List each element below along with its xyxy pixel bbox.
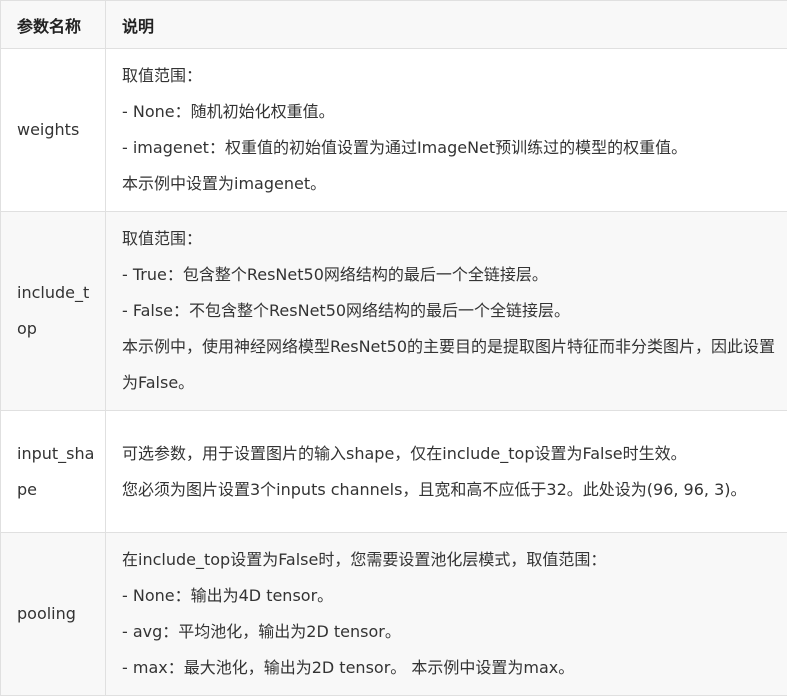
param-name-pooling: pooling bbox=[17, 596, 97, 632]
param-description-cell: 取值范围： - True：包含整个ResNet50网络结构的最后一个全链接层。 … bbox=[106, 212, 787, 411]
header-description: 说明 bbox=[106, 1, 787, 49]
param-description-cell: 可选参数，用于设置图片的输入shape，仅在include_top设置为Fals… bbox=[106, 411, 787, 533]
table-row: input_shape 可选参数，用于设置图片的输入shape，仅在includ… bbox=[1, 411, 787, 533]
table-row: pooling 在include_top设置为False时，您需要设置池化层模式… bbox=[1, 533, 787, 696]
param-name-cell: input_shape bbox=[1, 411, 106, 533]
table-row: include_top 取值范围： - True：包含整个ResNet50网络结… bbox=[1, 212, 787, 411]
description-line: - None：随机初始化权重值。 bbox=[122, 94, 779, 130]
description-line: - avg：平均池化，输出为2D tensor。 bbox=[122, 614, 779, 650]
description-line: 取值范围： bbox=[122, 58, 779, 94]
description-line: 您必须为图片设置3个inputs channels，且宽和高不应低于32。此处设… bbox=[122, 472, 779, 508]
param-name-input-shape: input_shape bbox=[17, 436, 97, 508]
param-name-include-top: include_top bbox=[17, 275, 97, 347]
table-header-row: 参数名称 说明 bbox=[1, 1, 787, 49]
description-line: 本示例中设置为imagenet。 bbox=[122, 166, 779, 202]
parameter-table: 参数名称 说明 weights 取值范围： - None：随机初始化权重值。 -… bbox=[0, 0, 787, 696]
description-line: - None：输出为4D tensor。 bbox=[122, 578, 779, 614]
table-row: weights 取值范围： - None：随机初始化权重值。 - imagene… bbox=[1, 49, 787, 212]
header-param-name: 参数名称 bbox=[1, 1, 106, 49]
param-description-cell: 取值范围： - None：随机初始化权重值。 - imagenet：权重值的初始… bbox=[106, 49, 787, 212]
description-line: 可选参数，用于设置图片的输入shape，仅在include_top设置为Fals… bbox=[122, 436, 779, 472]
description-line: 在include_top设置为False时，您需要设置池化层模式，取值范围： bbox=[122, 542, 779, 578]
param-name-cell: weights bbox=[1, 49, 106, 212]
description-line: - True：包含整个ResNet50网络结构的最后一个全链接层。 bbox=[122, 257, 779, 293]
description-line: - False：不包含整个ResNet50网络结构的最后一个全链接层。 bbox=[122, 293, 779, 329]
description-line: 本示例中，使用神经网络模型ResNet50的主要目的是提取图片特征而非分类图片，… bbox=[122, 329, 779, 401]
param-name-cell: include_top bbox=[1, 212, 106, 411]
param-name-cell: pooling bbox=[1, 533, 106, 696]
param-name-weights: weights bbox=[17, 112, 97, 148]
param-description-cell: 在include_top设置为False时，您需要设置池化层模式，取值范围： -… bbox=[106, 533, 787, 696]
description-line: 取值范围： bbox=[122, 221, 779, 257]
description-line: - imagenet：权重值的初始值设置为通过ImageNet预训练过的模型的权… bbox=[122, 130, 779, 166]
